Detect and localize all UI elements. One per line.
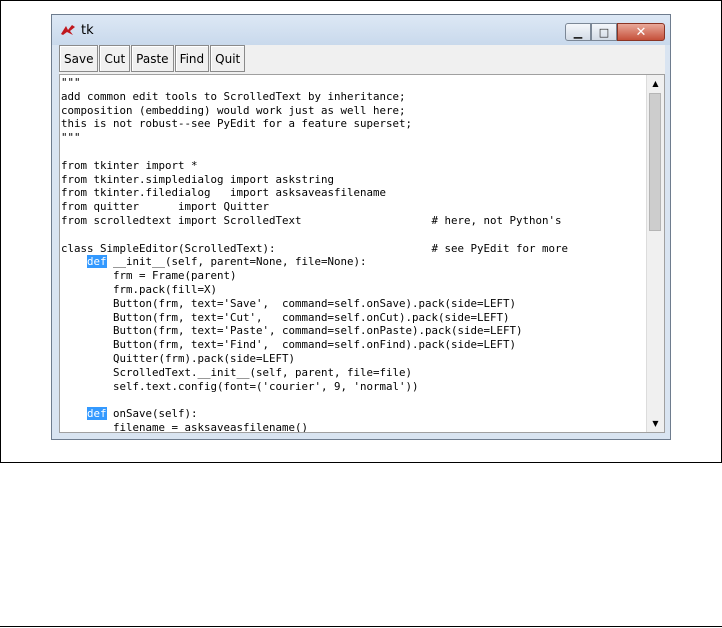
close-icon: ✕ [635, 24, 647, 40]
code-line: from tkinter.filedialog import asksaveas… [61, 186, 387, 200]
minimize-icon: ▁ [573, 25, 583, 39]
code-line: """ [61, 76, 81, 89]
bottom-rule [0, 626, 722, 627]
code-line: from scrolledtext import ScrolledText # … [61, 213, 562, 227]
close-button[interactable]: ✕ [617, 23, 665, 41]
scroll-up-icon[interactable]: ▲ [647, 75, 664, 92]
code-line: from quitter import Quitter [61, 200, 270, 214]
tk-window: tk ▁ □ ✕ Save Cut Paste Find Quit """ add… [51, 14, 671, 440]
maximize-button[interactable]: □ [591, 23, 617, 41]
title-bar[interactable]: tk ▁ □ ✕ [52, 15, 670, 45]
code-line: Quitter(frm).pack(side=LEFT) [61, 351, 296, 365]
window-client: Save Cut Paste Find Quit """ add common e… [59, 45, 665, 433]
window-title: tk [81, 23, 94, 38]
quit-button[interactable]: Quit [210, 45, 246, 72]
minimize-button[interactable]: ▁ [565, 23, 591, 41]
code-line: Button(frm, text='Find', command=self.on… [61, 338, 517, 352]
scroll-thumb[interactable] [649, 93, 661, 231]
find-button[interactable]: Find [174, 45, 210, 72]
code-line: Button(frm, text='Cut', command=self.onC… [61, 310, 510, 324]
maximize-icon: □ [598, 25, 610, 39]
code-line: Button(frm, text='Paste', command=self.o… [61, 324, 523, 338]
tk-feather-icon [61, 25, 75, 35]
highlighted-def-keyword: def [87, 407, 107, 421]
code-content: """ add common edit tools to ScrolledText… [61, 76, 569, 433]
code-line: composition (embedding) would work just … [61, 103, 406, 117]
code-line: frm = Frame(parent) [61, 269, 237, 283]
code-line: class SimpleEditor(ScrolledText): # see … [61, 241, 569, 255]
code-line: frm.pack(fill=X) [61, 282, 218, 296]
save-button[interactable]: Save [59, 45, 99, 72]
vertical-scrollbar[interactable]: ▲ ▼ [646, 75, 664, 432]
highlighted-def-keyword: def [87, 255, 107, 269]
code-line: def __init__(self, parent=None, file=Non… [87, 255, 367, 269]
code-line: filename = asksaveasfilename() [61, 420, 309, 433]
code-text-area[interactable]: """ add common edit tools to ScrolledText… [59, 74, 665, 433]
code-line: Button(frm, text='Save', command=self.on… [61, 296, 517, 310]
code-line: self.text.config(font=('courier', 9, 'no… [61, 379, 419, 393]
paste-button[interactable]: Paste [131, 45, 174, 72]
code-line: def onSave(self): [87, 407, 198, 421]
code-line: ScrolledText.__init__(self, parent, file… [61, 365, 413, 379]
code-line: add common edit tools to ScrolledText by… [61, 89, 406, 103]
scroll-down-icon[interactable]: ▼ [647, 415, 664, 432]
toolbar: Save Cut Paste Find Quit [59, 45, 246, 73]
code-line: from tkinter import * [61, 158, 198, 172]
code-line: this is not robust--see PyEdit for a fea… [61, 117, 413, 131]
code-line: from tkinter.simpledialog import askstri… [61, 172, 335, 186]
code-line: """ [61, 131, 81, 145]
cut-button[interactable]: Cut [99, 45, 131, 72]
